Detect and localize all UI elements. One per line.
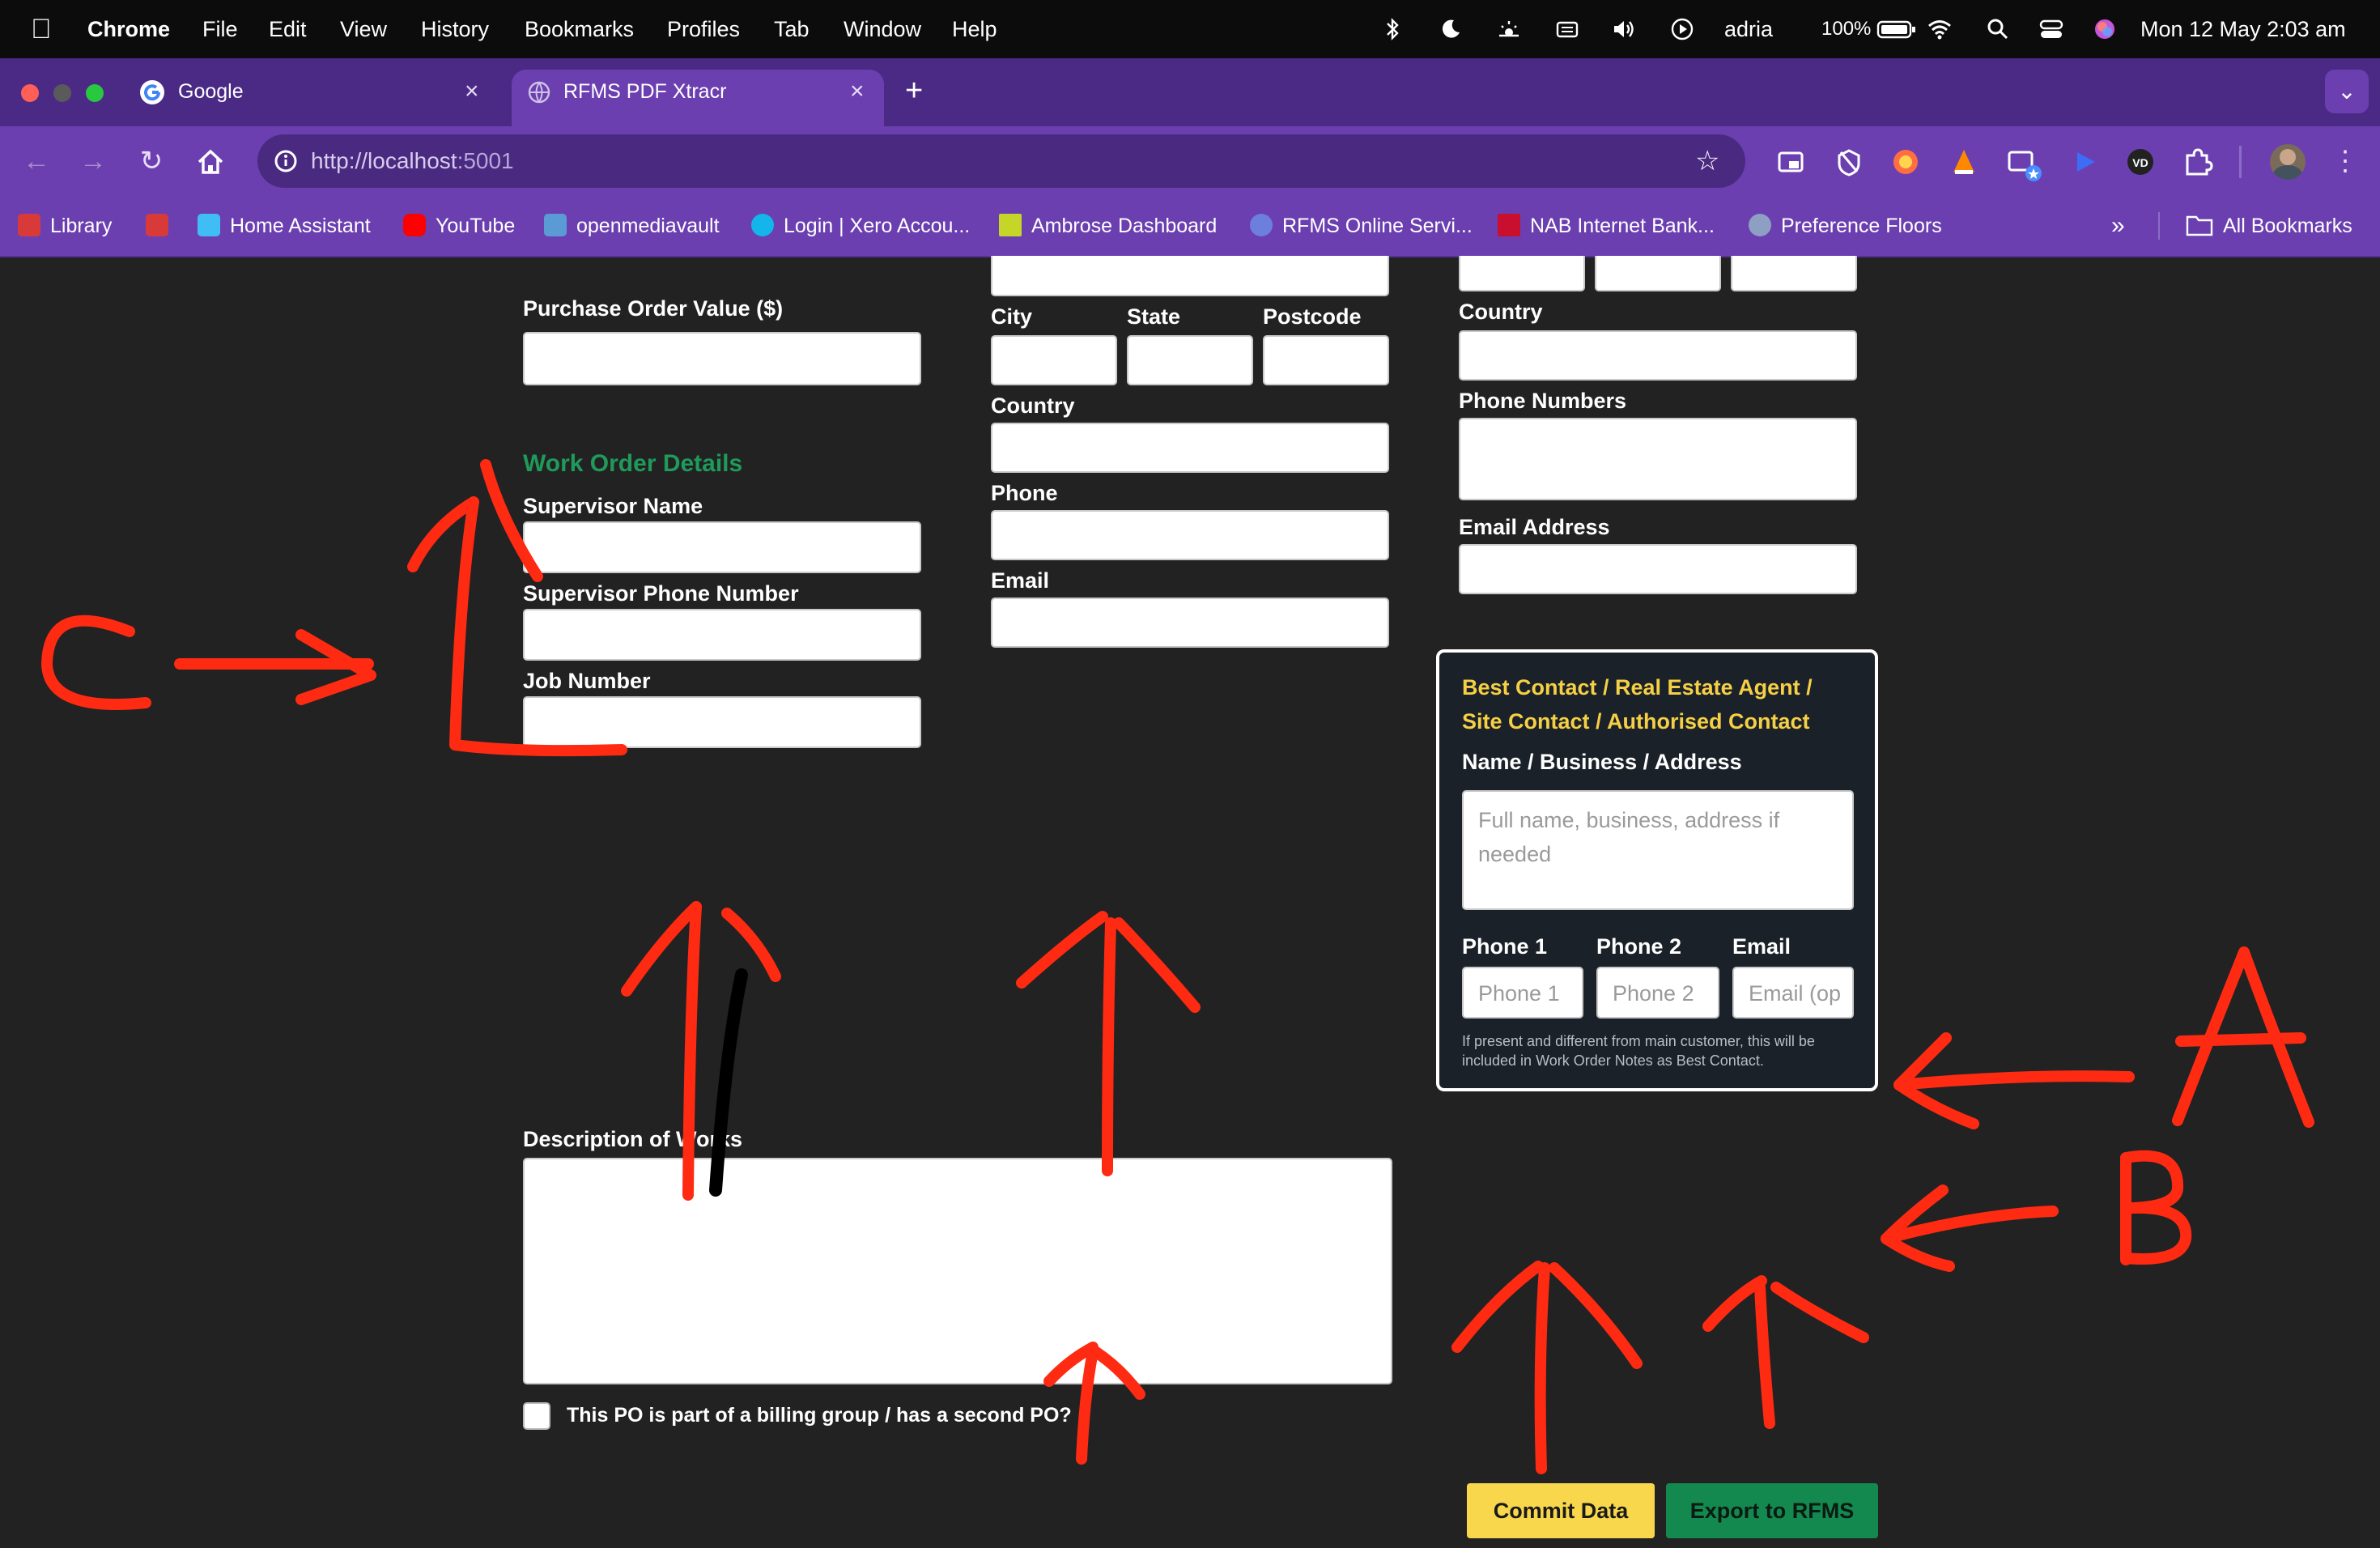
- annotation-black-scribble: [709, 968, 748, 1197]
- annotation-up-arrow-1: [682, 901, 702, 1201]
- annotation-up-arrow-3: [1076, 1346, 1099, 1465]
- annotation-arrow-a-shaft: [1893, 1070, 2135, 1091]
- annotation-up-arrow-5: [1754, 1282, 1775, 1429]
- annotation-up-arrow-4: [1534, 1262, 1550, 1474]
- annotation-letter-c: [41, 615, 151, 710]
- annotation-overlay: [41, 459, 2314, 1474]
- annotation-bracket: [449, 496, 627, 757]
- annotation-letter-b: [2120, 1150, 2192, 1265]
- annotation-stroke: [480, 459, 543, 582]
- annotation-letter-a: [2172, 946, 2314, 1128]
- annotation-up-arrow-2: [1102, 917, 1116, 1176]
- annotation-up-arrow-5-head: [1702, 1275, 1869, 1343]
